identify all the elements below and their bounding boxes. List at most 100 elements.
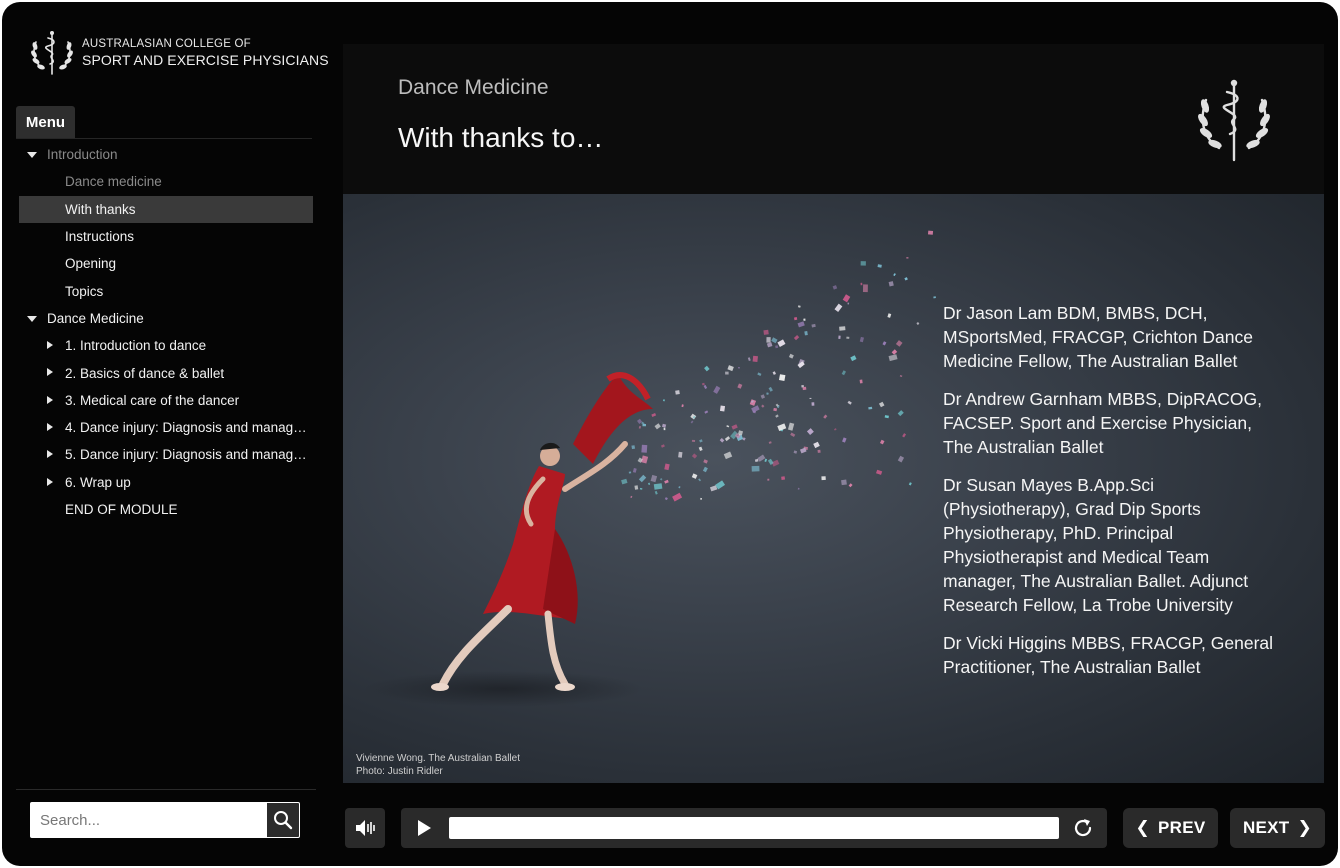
confetti-piece (862, 284, 868, 293)
menu-item-dance-injury-4[interactable]: 4. Dance injury: Diagnosis and managemen… (19, 414, 313, 441)
confetti-piece (793, 450, 798, 454)
menu-item-introduction[interactable]: Introduction (19, 141, 313, 168)
confetti-piece (738, 367, 740, 369)
search-button[interactable] (266, 802, 300, 838)
confetti-piece (811, 402, 815, 406)
confetti-piece (834, 303, 843, 312)
confetti-piece (846, 336, 850, 339)
confetti-piece (659, 478, 663, 481)
confetti-piece (788, 353, 794, 359)
next-button[interactable]: NEXT ❯ (1230, 808, 1325, 848)
confetti-piece (877, 264, 882, 268)
confetti-piece (775, 414, 779, 418)
confetti-piece (811, 323, 816, 328)
replay-icon[interactable] (1071, 816, 1095, 840)
confetti-piece (761, 404, 765, 408)
confetti-piece (878, 401, 885, 408)
confetti-piece (809, 397, 812, 399)
confetti-piece (691, 473, 698, 479)
confetti-piece (916, 322, 920, 326)
menu-item-topics[interactable]: Topics (19, 277, 313, 304)
menu-divider (16, 138, 312, 139)
confetti-piece (690, 420, 694, 424)
menu-tab[interactable]: Menu (16, 106, 75, 138)
menu-item-end-of-module[interactable]: END OF MODULE (19, 496, 313, 523)
menu-item-label: With thanks (65, 201, 136, 217)
confetti-piece (875, 469, 883, 475)
confetti-piece (893, 273, 896, 277)
menu-item-medical-care[interactable]: 3. Medical care of the dancer (19, 387, 313, 414)
confetti-piece (725, 371, 729, 375)
confetti-piece (763, 329, 769, 335)
menu-item-label: Introduction (47, 147, 118, 163)
caret-right-icon[interactable] (47, 395, 53, 404)
caret-right-icon[interactable] (47, 368, 53, 377)
confetti-piece (806, 428, 814, 436)
confetti-piece (691, 439, 696, 442)
confetti-piece (882, 341, 887, 346)
menu-item-basics-of-dance[interactable]: 2. Basics of dance & ballet (19, 359, 313, 386)
menu-item-dance-medicine[interactable]: Dance Medicine (19, 305, 313, 332)
slide-header: Dance Medicine With thanks to… (343, 44, 1324, 194)
confetti-piece (860, 282, 863, 286)
play-icon[interactable] (415, 819, 433, 837)
menu-item-opening[interactable]: Opening (19, 250, 313, 277)
volume-button[interactable] (345, 808, 385, 848)
confetti-piece (672, 492, 683, 502)
confetti-piece (768, 386, 773, 392)
credit-entry: Dr Jason Lam BDM, BMBS, DCH, MSportsMed,… (943, 303, 1253, 371)
prev-button[interactable]: ❮ PREV (1123, 808, 1218, 848)
caret-right-icon[interactable] (47, 477, 53, 486)
confetti-piece (879, 439, 885, 445)
menu-item-wrap-up[interactable]: 6. Wrap up (19, 469, 313, 496)
search-input[interactable] (30, 802, 266, 838)
confetti-piece (766, 392, 769, 395)
menu-item-label: Opening (65, 256, 117, 272)
confetti-piece (727, 365, 734, 372)
next-label: NEXT (1242, 818, 1290, 837)
menu-item-label: 6. Wrap up (65, 474, 131, 490)
confetti-piece (664, 497, 668, 501)
caret-right-icon[interactable] (47, 450, 53, 459)
menu-item-introduction-to-dance[interactable]: 1. Introduction to dance (19, 332, 313, 359)
confetti-piece (859, 336, 865, 343)
confetti-piece (713, 385, 721, 394)
confetti-piece (793, 316, 798, 321)
confetti-piece (737, 383, 743, 389)
confetti-piece (804, 331, 808, 336)
confetti-piece (884, 415, 889, 419)
confetti-piece (859, 379, 863, 384)
confetti-piece (887, 313, 892, 318)
confetti-piece (719, 438, 725, 443)
confetti-piece (906, 257, 909, 259)
menu-item-label: 1. Introduction to dance (65, 338, 207, 354)
confetti-piece (751, 465, 760, 472)
confetti-piece (701, 382, 705, 386)
caret-right-icon[interactable] (47, 422, 53, 431)
confetti-piece (777, 339, 786, 347)
confetti-piece (764, 458, 768, 462)
college-logo: AUSTRALASIAN COLLEGE OF SPORT AND EXERCI… (28, 28, 329, 78)
confetti-piece (664, 463, 670, 471)
confetti-piece (768, 441, 772, 444)
confetti-piece (839, 326, 846, 331)
confetti-piece (888, 354, 898, 362)
menu-item-instructions[interactable]: Instructions (19, 223, 313, 250)
confetti-piece (842, 294, 851, 303)
confetti-piece (719, 405, 726, 412)
menu-item-with-thanks[interactable]: With thanks (19, 195, 313, 223)
menu-item-dance-medicine-intro[interactable]: Dance medicine (19, 168, 313, 195)
confetti-piece (772, 371, 776, 375)
college-name-line2: SPORT AND EXERCISE PHYSICIANS (82, 51, 329, 68)
confetti-piece (847, 302, 850, 305)
photo-caption-line2: Photo: Justin Ridler (356, 766, 443, 777)
confetti-piece (731, 424, 738, 430)
confetti-piece (628, 471, 632, 474)
confetti-piece (833, 428, 837, 431)
caret-right-icon[interactable] (47, 341, 53, 350)
confetti-piece (723, 451, 733, 460)
menu-item-dance-injury-5[interactable]: 5. Dance injury: Diagnosis and managemen… (19, 441, 313, 468)
confetti-piece (790, 432, 796, 437)
progress-bar[interactable] (449, 817, 1059, 839)
confetti-piece (724, 436, 731, 442)
